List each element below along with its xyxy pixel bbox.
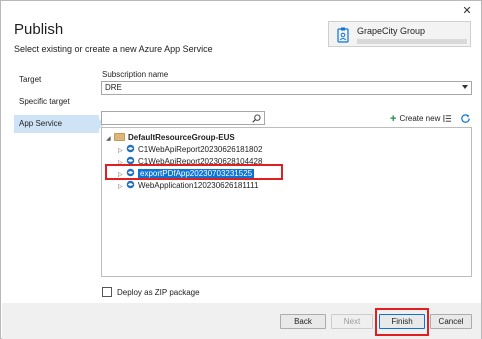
zip-package-label: Deploy as ZIP package bbox=[117, 288, 200, 297]
back-button[interactable]: Back bbox=[280, 314, 326, 329]
sidebar-item-app-service[interactable]: App Service bbox=[14, 115, 105, 133]
dialog-subtitle: Select existing or create a new Azure Ap… bbox=[14, 44, 213, 54]
zip-package-checkbox[interactable] bbox=[102, 287, 112, 297]
zip-package-option[interactable]: Deploy as ZIP package bbox=[102, 287, 200, 297]
search-input[interactable] bbox=[101, 111, 265, 125]
create-new-button[interactable]: + Create new bbox=[390, 113, 440, 125]
chevron-down-icon bbox=[462, 85, 468, 89]
chevron-down-icon[interactable]: ◢ bbox=[106, 134, 114, 145]
tree-group-label: DefaultResourceGroup-EUS bbox=[128, 133, 235, 142]
search-icon bbox=[252, 114, 261, 123]
tree-item[interactable]: ▷ C1WebApiReport20230626181802 bbox=[118, 144, 262, 155]
app-service-icon bbox=[126, 144, 135, 153]
cancel-button[interactable]: Cancel bbox=[430, 314, 472, 329]
create-new-label: Create new bbox=[399, 114, 441, 123]
sidebar-item-specific-target[interactable]: Specific target bbox=[14, 93, 99, 111]
refresh-icon[interactable] bbox=[460, 113, 471, 124]
annotation-highlight-finish bbox=[375, 308, 429, 336]
subscription-label: Subscription name bbox=[102, 70, 169, 79]
sidebar-item-label: App Service bbox=[19, 119, 63, 128]
filter-icon[interactable] bbox=[443, 114, 452, 123]
account-badge-icon bbox=[337, 27, 349, 43]
account-selector[interactable]: GrapeCity Group bbox=[328, 21, 471, 47]
app-service-tree: ◢ DefaultResourceGroup-EUS ▷ C1WebApiRepor… bbox=[101, 127, 472, 277]
app-service-icon bbox=[126, 180, 135, 189]
sidebar-item-target[interactable]: Target bbox=[14, 71, 99, 89]
folder-icon bbox=[114, 133, 125, 141]
account-redacted-bar bbox=[357, 39, 467, 44]
account-name: GrapeCity Group bbox=[357, 26, 426, 36]
plus-icon: + bbox=[390, 113, 397, 125]
subscription-select[interactable]: DRE bbox=[101, 81, 472, 95]
tree-group-row[interactable]: ◢ DefaultResourceGroup-EUS bbox=[106, 132, 235, 143]
annotation-highlight-selected-app bbox=[105, 164, 283, 180]
tree-item[interactable]: ▷ WebApplication120230626181111 bbox=[118, 180, 258, 191]
chevron-right-icon[interactable]: ▷ bbox=[118, 182, 126, 193]
tree-item-label: WebApplication120230626181111 bbox=[138, 181, 259, 190]
publish-dialog: ✕ Publish Select existing or create a ne… bbox=[0, 0, 482, 339]
subscription-value: DRE bbox=[105, 83, 122, 92]
dialog-title: Publish bbox=[14, 21, 64, 38]
close-icon[interactable]: ✕ bbox=[461, 5, 473, 17]
tree-item-label: C1WebApiReport20230626181802 bbox=[138, 145, 263, 154]
next-button[interactable]: Next bbox=[331, 314, 373, 329]
